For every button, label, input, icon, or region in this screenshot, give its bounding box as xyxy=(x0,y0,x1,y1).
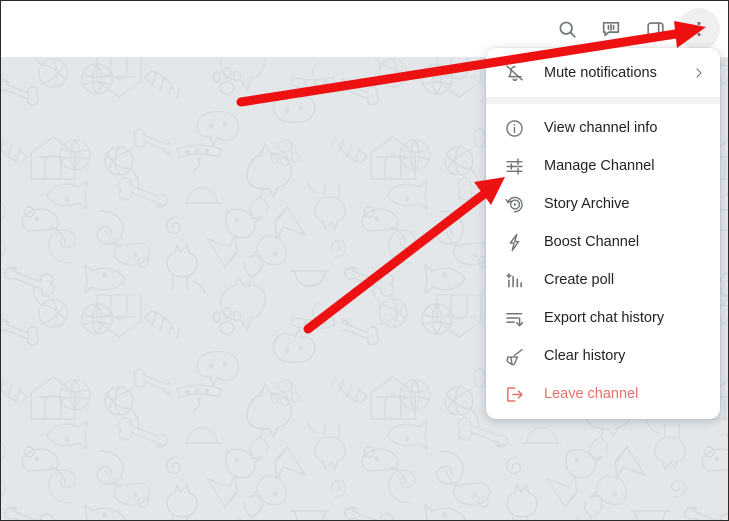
export-download-icon xyxy=(502,306,526,330)
menu-item-label: Create poll xyxy=(544,271,615,288)
chevron-right-icon xyxy=(692,66,706,80)
menu-item-clear-history[interactable]: Clear history xyxy=(486,337,720,375)
logout-arrow-icon xyxy=(502,382,526,406)
channel-options-menu: Mute notifications View channel info Man… xyxy=(486,48,720,419)
story-archive-icon xyxy=(502,192,526,216)
app-window: Mute notifications View channel info Man… xyxy=(0,0,729,521)
menu-item-create-poll[interactable]: Create poll xyxy=(486,261,720,299)
menu-item-label: View channel info xyxy=(544,119,658,136)
menu-item-label: Leave channel xyxy=(544,385,639,402)
mute-bell-icon xyxy=(502,61,526,85)
menu-item-story-archive[interactable]: Story Archive xyxy=(486,185,720,223)
menu-item-label: Mute notifications xyxy=(544,64,657,81)
menu-separator xyxy=(486,97,720,104)
menu-item-export-chat-history[interactable]: Export chat history xyxy=(486,299,720,337)
menu-item-mute-notifications[interactable]: Mute notifications xyxy=(486,54,720,92)
more-options-icon[interactable] xyxy=(678,8,720,50)
sliders-icon xyxy=(502,154,526,178)
search-icon[interactable] xyxy=(546,8,588,50)
broom-icon xyxy=(502,344,526,368)
menu-item-manage-channel[interactable]: Manage Channel xyxy=(486,147,720,185)
info-circle-icon xyxy=(502,116,526,140)
menu-item-label: Boost Channel xyxy=(544,233,640,250)
menu-item-label: Export chat history xyxy=(544,309,665,326)
sidebar-panel-icon[interactable] xyxy=(634,8,676,50)
menu-item-boost-channel[interactable]: Boost Channel xyxy=(486,223,720,261)
poll-bars-icon xyxy=(502,268,526,292)
lightning-bolt-icon xyxy=(502,230,526,254)
menu-item-view-channel-info[interactable]: View channel info xyxy=(486,109,720,147)
menu-item-label: Manage Channel xyxy=(544,157,655,174)
menu-item-label: Story Archive xyxy=(544,195,630,212)
menu-item-label: Clear history xyxy=(544,347,626,364)
voice-chat-icon[interactable] xyxy=(590,8,632,50)
menu-item-leave-channel[interactable]: Leave channel xyxy=(486,375,720,413)
